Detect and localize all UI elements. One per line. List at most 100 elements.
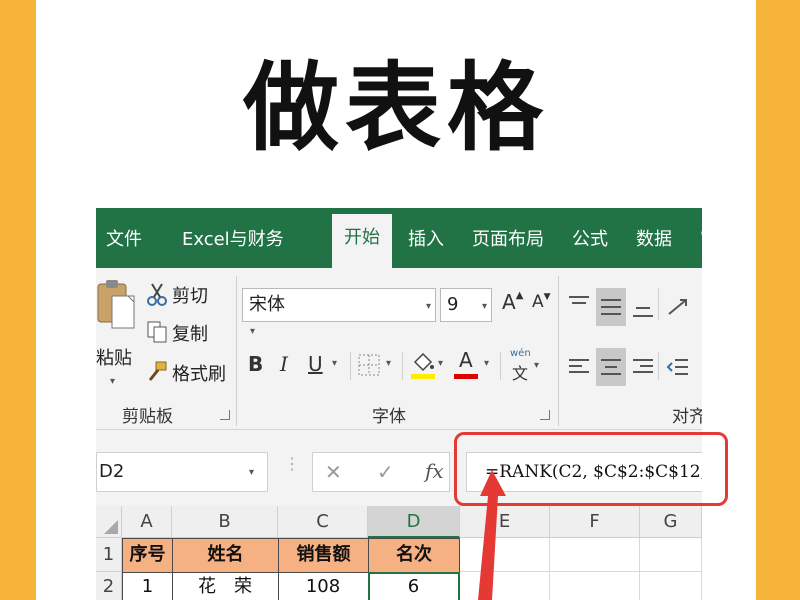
cell-f1[interactable] [550,538,640,572]
corner-triangle-icon [104,520,118,534]
tab-formulas[interactable]: 公式 [572,226,608,268]
decrease-indent-icon[interactable] [666,356,690,378]
chevron-down-icon: ▾ [534,360,540,371]
font-group-label: 字体 [372,407,406,427]
align-middle-button[interactable] [596,288,626,326]
clipboard-group-label: 剪贴板 [122,407,173,427]
cell-a2[interactable]: 1 [122,572,173,600]
column-header-g[interactable]: G [640,506,702,538]
cell-d1[interactable]: 名次 [368,538,460,573]
fx-icon[interactable]: fx [425,459,444,483]
cell-c1[interactable]: 销售额 [278,538,369,573]
chevron-down-icon[interactable]: ▾ [386,358,391,369]
tab-insert[interactable]: 插入 [408,226,444,268]
cut-button[interactable]: 剪切 [146,282,236,312]
cancel-icon[interactable]: ✕ [325,460,342,484]
paste-button[interactable]: 粘贴 ▾ [96,278,140,388]
column-header-d[interactable]: D [368,506,460,538]
font-color-button[interactable]: A [454,348,480,380]
chevron-down-icon: ▾ [250,326,256,337]
divider [402,352,403,380]
cell-a1[interactable]: 序号 [122,538,173,573]
font-color-swatch [454,374,478,379]
select-all-corner[interactable] [96,506,122,538]
cut-label: 剪切 [172,286,208,307]
text-orientation-icon[interactable] [666,294,690,318]
align-left-icon[interactable] [568,356,590,378]
copy-icon [147,321,167,343]
align-center-icon [601,359,621,375]
tab-review[interactable]: 审阅 [700,226,702,268]
chevron-down-icon[interactable]: ▾ [438,358,443,369]
fill-color-icon[interactable] [410,350,436,380]
phonetic-guide-button[interactable]: wén 文 ▾ [508,348,544,383]
divider [500,352,501,380]
menu-bar: 文件 Excel与财务 开始 插入 页面布局 公式 数据 审阅 [96,208,702,268]
row-header-2[interactable]: 2 [96,572,122,600]
cell-g2[interactable] [640,572,702,600]
align-middle-icon [601,299,621,315]
column-header-f[interactable]: F [550,506,640,538]
cell-f2[interactable] [550,572,640,600]
paste-label: 粘贴 [96,348,132,369]
chevron-down-icon: ▾ [481,301,487,312]
align-top-icon[interactable] [568,294,590,314]
tab-home[interactable]: 开始 [332,214,392,268]
group-separator [236,276,237,426]
align-bottom-icon[interactable] [632,298,654,320]
cell-g1[interactable] [640,538,702,572]
borders-icon[interactable] [358,354,380,376]
chevron-down-icon: ▾ [425,301,431,312]
align-right-icon[interactable] [632,356,654,378]
align-center-button[interactable] [596,348,626,386]
italic-button[interactable]: I [280,352,288,376]
column-header-a[interactable]: A [122,506,172,538]
tab-data[interactable]: 数据 [636,226,672,268]
copy-button[interactable]: 复制 ▾ [146,320,266,350]
chevron-down-icon[interactable]: ▾ [332,358,337,369]
cell-c2[interactable]: 108 [278,572,369,600]
font-color-glyph: A [459,348,473,372]
sheet-grid: A B C D E F G 1 2 序号 姓名 销售额 名次 1 花 荣 108… [96,506,702,600]
underline-button[interactable]: U [308,352,323,376]
font-name-select[interactable]: 宋体 ▾ [242,288,436,322]
group-separator [558,276,559,426]
page-title: 做表格 [243,52,549,164]
chevron-down-icon[interactable]: ▾ [484,358,489,369]
divider [658,288,659,320]
shrink-font-button[interactable]: A▼ [532,292,551,312]
formula-buttons: ✕ ✓ fx [312,452,450,492]
bold-button[interactable]: B [248,352,263,376]
tab-file[interactable]: 文件 [106,226,142,268]
chevron-down-icon: ▾ [249,467,255,478]
ribbon: 粘贴 ▾ 剪切 复制 ▾ 格式刷 剪贴板 宋体 ▾ 9 ▾ A▲ A▼ B I … [96,268,702,430]
tab-page-layout[interactable]: 页面布局 [472,226,544,268]
tab-excel-finance[interactable]: Excel与财务 [182,226,284,268]
copy-label: 复制 [172,324,208,345]
divider [658,352,659,380]
cell-b1[interactable]: 姓名 [172,538,279,573]
chevron-down-icon: ▾ [110,376,116,387]
row-header-1[interactable]: 1 [96,538,122,572]
brush-icon [148,361,167,381]
red-arrow-icon [478,470,506,600]
alignment-group-label: 对齐 [672,407,702,427]
dialog-launcher-icon[interactable] [540,410,550,420]
font-size-value: 9 [447,294,459,315]
divider [350,352,351,380]
font-size-select[interactable]: 9 ▾ [440,288,492,322]
name-box[interactable]: D2 ▾ [96,452,268,492]
phonetic-bottom: 文 [512,364,529,383]
column-header-c[interactable]: C [278,506,368,538]
cell-d2[interactable]: 6 [368,572,460,600]
enter-icon[interactable]: ✓ [377,460,394,484]
excel-window: 文件 Excel与财务 开始 插入 页面布局 公式 数据 审阅 粘贴 ▾ [96,208,702,600]
drag-handle-icon[interactable]: ⋮ [284,456,300,472]
grow-font-button[interactable]: A▲ [502,290,523,314]
dialog-launcher-icon[interactable] [220,410,230,420]
cell-b2[interactable]: 花 荣 [172,572,279,600]
format-painter-label: 格式刷 [172,364,226,385]
column-header-b[interactable]: B [172,506,278,538]
phonetic-top: wén [510,348,531,359]
name-box-value: D2 [99,461,125,482]
